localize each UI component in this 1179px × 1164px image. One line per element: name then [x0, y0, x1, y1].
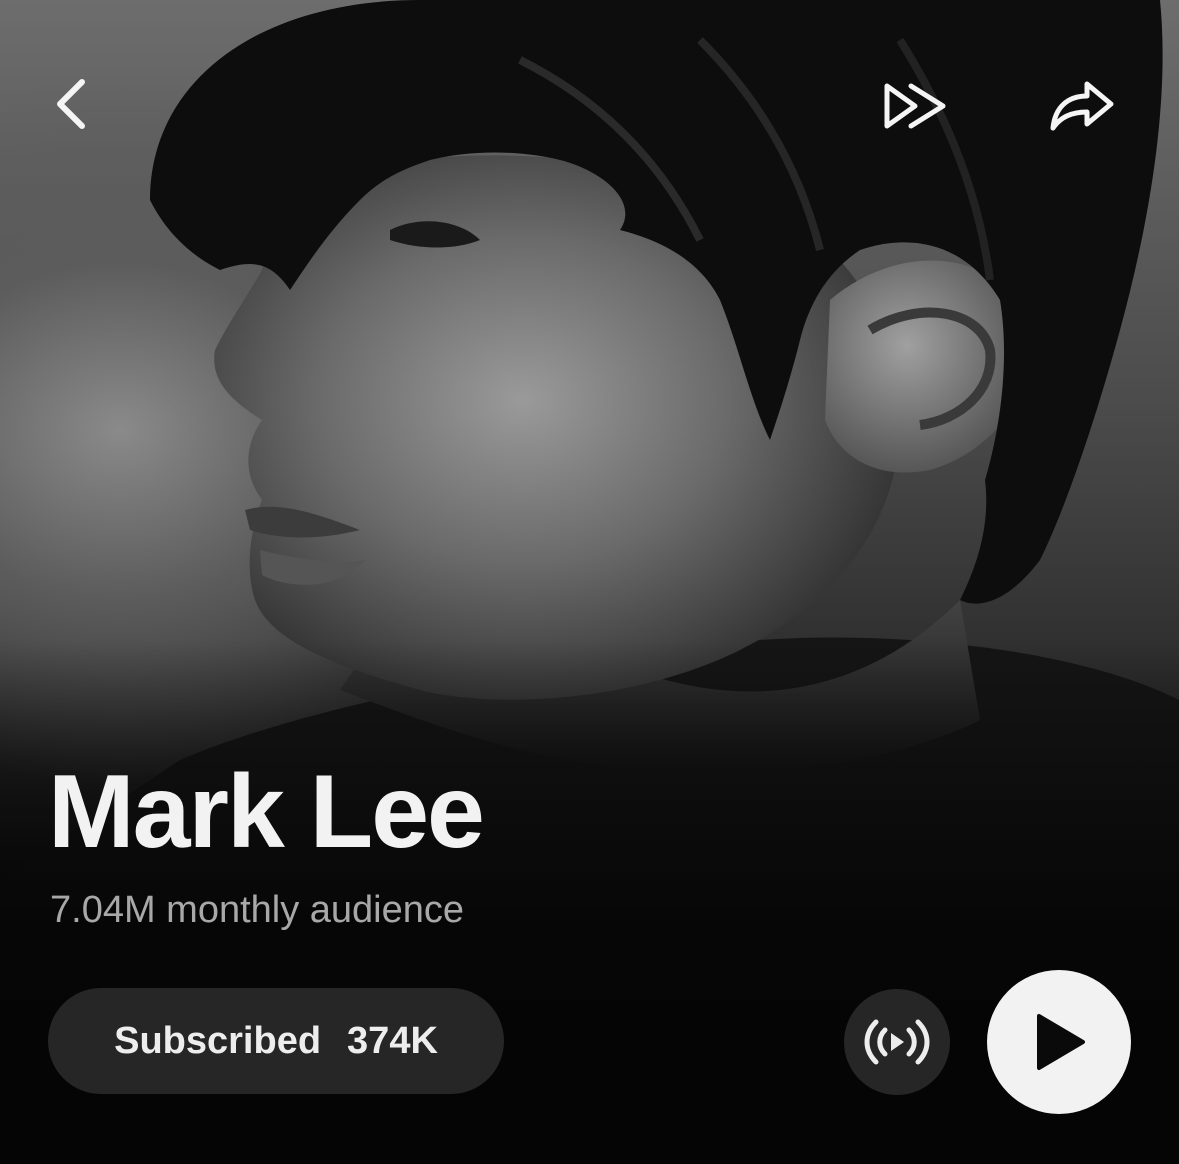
- double-chevron-right-icon: [884, 83, 946, 129]
- subscriber-count: 374K: [347, 1019, 438, 1062]
- artist-page: Mark Lee 7.04M monthly audience Subscrib…: [0, 0, 1179, 1164]
- radio-button[interactable]: [844, 989, 950, 1095]
- subscribe-label: Subscribed: [114, 1019, 322, 1062]
- share-button[interactable]: [1042, 66, 1122, 146]
- back-button[interactable]: [30, 64, 110, 144]
- artist-name: Mark Lee: [48, 754, 485, 870]
- radio-broadcast-icon: [864, 1019, 930, 1065]
- subscribe-button[interactable]: Subscribed 374K: [48, 988, 504, 1094]
- share-arrow-icon: [1050, 81, 1114, 131]
- play-icon: [1037, 1014, 1085, 1070]
- chevron-left-icon: [57, 79, 85, 129]
- skip-forward-button[interactable]: [876, 66, 956, 146]
- play-button[interactable]: [987, 970, 1131, 1114]
- monthly-audience: 7.04M monthly audience: [50, 889, 465, 931]
